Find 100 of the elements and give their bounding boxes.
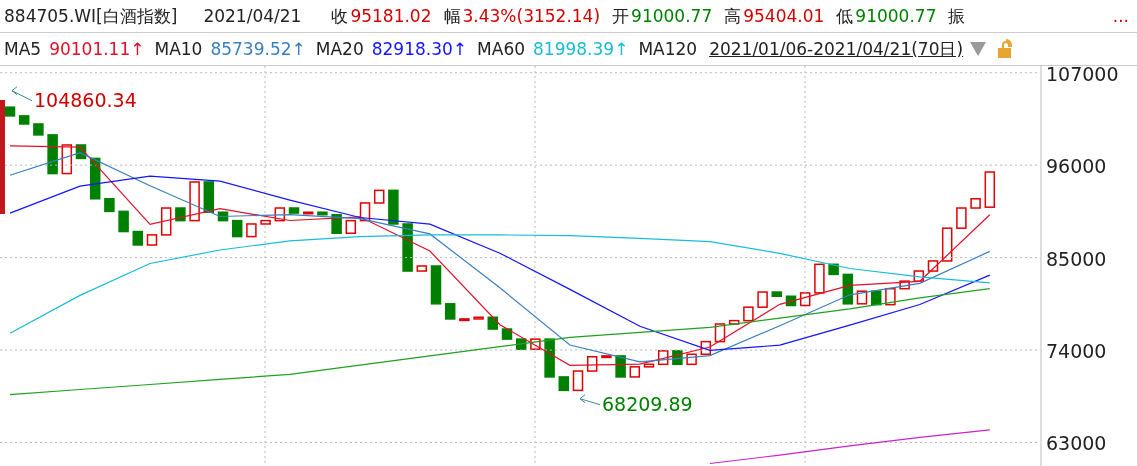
rising-candle	[345, 219, 357, 234]
falling-candle	[331, 214, 342, 234]
rising-candle	[899, 280, 910, 290]
rising-candle	[913, 270, 925, 282]
ma-value: 81998.39↑	[533, 39, 629, 59]
axis-label: 96000	[1046, 155, 1107, 178]
rising-candle	[146, 234, 158, 246]
falling-candle	[203, 181, 215, 213]
rising-candle	[657, 350, 669, 366]
falling-candle	[118, 210, 129, 233]
rising-candle	[686, 353, 697, 366]
ma-label: MA20	[315, 39, 364, 59]
leader-line	[579, 394, 601, 406]
rising-candle	[61, 144, 73, 175]
field-label: 振	[948, 4, 966, 28]
rising-candle	[530, 338, 541, 350]
rising-candle	[302, 211, 314, 215]
field-label: 幅	[443, 4, 461, 28]
price-annotation: 104860.34	[34, 88, 137, 111]
axis-label: 85000	[1046, 247, 1107, 270]
more-indicator[interactable]: ...	[1112, 6, 1129, 26]
ma-value: 82918.30↑	[371, 39, 468, 59]
falling-candle	[288, 207, 300, 214]
dropdown-triangle-icon[interactable]	[969, 41, 988, 57]
field-value: 95404.01	[743, 6, 825, 26]
rising-candle	[885, 287, 896, 306]
rising-candle	[601, 355, 612, 359]
falling-candle	[544, 338, 555, 378]
falling-candle	[132, 230, 144, 246]
falling-candle	[785, 295, 797, 307]
axis-label: 107000	[1046, 66, 1119, 85]
rising-candle	[643, 363, 655, 368]
quote-date: 2021/04/21	[203, 6, 302, 26]
falling-candle	[33, 123, 44, 136]
falling-candle	[231, 219, 243, 238]
rising-candle	[814, 263, 825, 294]
rising-candle	[970, 198, 981, 209]
rising-candle	[359, 202, 371, 222]
falling-candle	[771, 291, 783, 297]
falling-candle	[672, 350, 683, 366]
ma-label: MA60	[477, 39, 525, 59]
rising-candle	[700, 340, 712, 355]
axis-label: 63000	[1046, 432, 1107, 455]
falling-candle	[4, 106, 16, 117]
field-label: 开	[612, 4, 630, 28]
falling-candle	[402, 223, 413, 272]
falling-candle	[842, 273, 854, 305]
falling-candle	[828, 263, 839, 276]
falling-candle	[175, 207, 186, 222]
falling-candle	[515, 338, 527, 350]
falling-candle	[217, 211, 229, 222]
rising-candle	[160, 207, 172, 236]
ma-label: MA120	[638, 39, 698, 59]
rising-candle	[856, 290, 868, 305]
falling-candle	[388, 189, 399, 225]
rising-candle	[984, 171, 996, 208]
rising-candle	[473, 316, 484, 320]
ma-label: MA5	[4, 39, 42, 59]
falling-candle	[501, 328, 513, 340]
index-code: 884705.WI[白酒指数]	[4, 4, 178, 28]
falling-candle	[18, 115, 30, 125]
rising-candle	[728, 319, 740, 325]
rising-candle	[189, 181, 200, 222]
rising-candle	[956, 207, 967, 229]
rising-candle	[572, 370, 584, 392]
falling-candle	[104, 198, 115, 213]
field-label: 收	[331, 4, 349, 28]
falling-candle	[444, 303, 456, 320]
falling-candle	[430, 265, 442, 305]
rising-candle	[629, 366, 641, 378]
falling-candle	[615, 355, 626, 378]
rising-candle	[714, 323, 726, 343]
rising-candle	[586, 356, 598, 372]
rising-candle	[799, 292, 811, 307]
falling-candle	[487, 316, 499, 330]
ma-value: 85739.52↑	[210, 39, 306, 59]
rising-candle	[373, 189, 385, 204]
falling-candle	[558, 376, 570, 392]
field-value: 95181.02	[350, 6, 432, 26]
field-label: 高	[724, 4, 742, 28]
rising-candle	[743, 306, 754, 322]
rising-candle	[260, 219, 271, 225]
rising-candle	[927, 260, 939, 272]
falling-candle	[870, 290, 882, 306]
ma-label: MA10	[154, 39, 203, 59]
falling-candle	[317, 211, 328, 216]
axis-label: 74000	[1046, 340, 1107, 363]
leader-line	[11, 86, 33, 102]
rising-candle	[416, 265, 428, 272]
ma-value: 90101.11↑	[49, 39, 145, 59]
falling-candle	[89, 157, 101, 200]
date-range-link[interactable]: 2021/01/06-2021/04/21(70日)	[709, 37, 964, 61]
rising-candle	[274, 207, 286, 222]
field-value: 91000.77	[631, 6, 713, 26]
rising-candle	[757, 291, 768, 308]
falling-candle	[75, 144, 87, 160]
field-label: 低	[836, 4, 854, 28]
price-annotation: 68209.89	[602, 392, 693, 415]
rising-candle	[459, 318, 470, 322]
field-value: 91000.77	[855, 6, 937, 26]
